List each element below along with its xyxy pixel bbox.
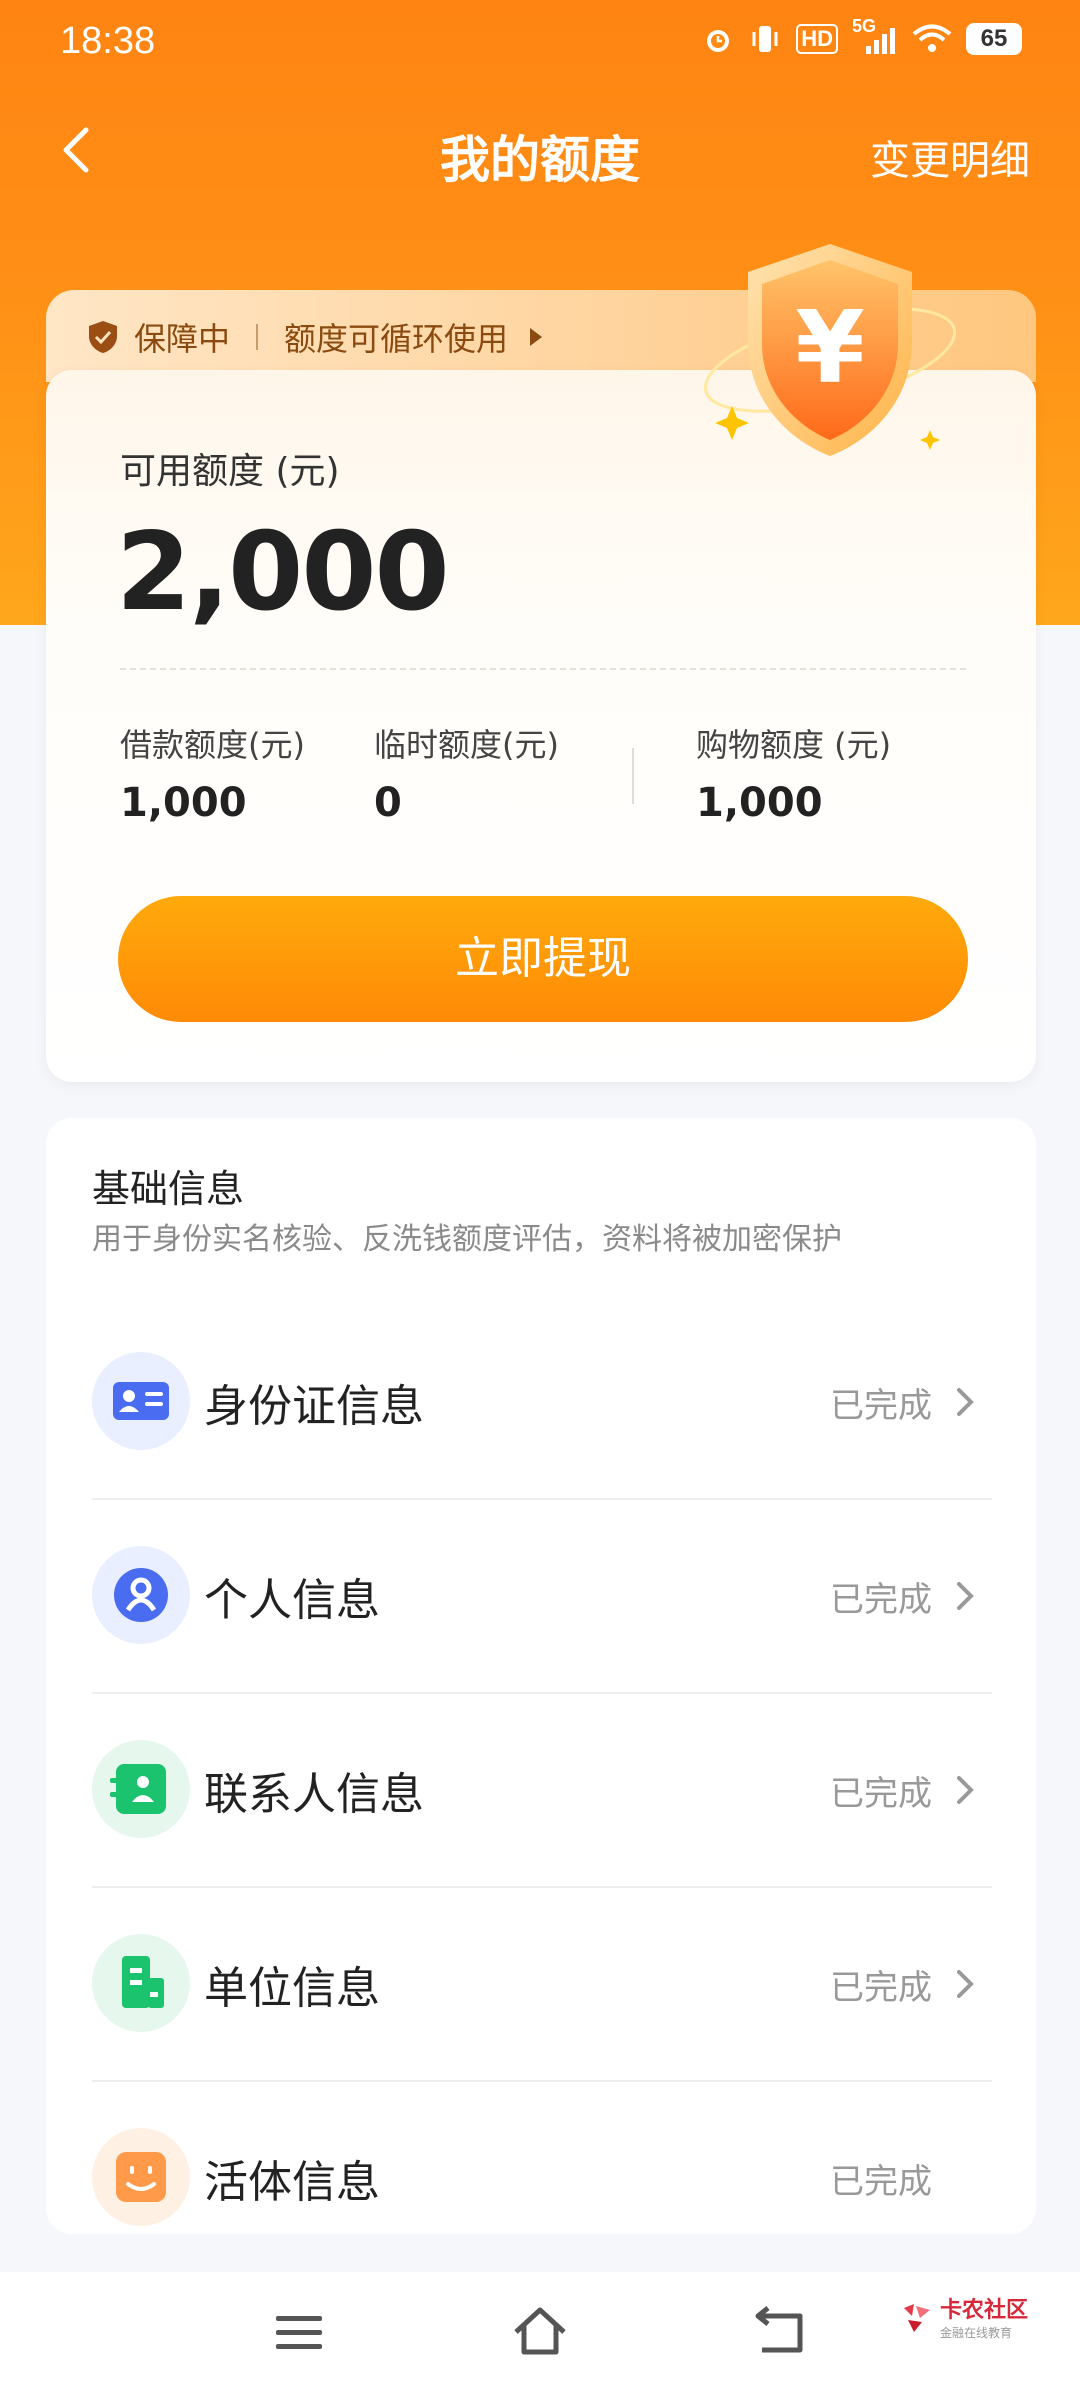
section-title: 基础信息 [92, 1167, 245, 1211]
change-details-link[interactable]: 变更明细 [870, 128, 1030, 186]
wifi-icon [912, 24, 952, 52]
guarantee-status: 保障中 [134, 320, 231, 358]
list-item-personal[interactable]: 个人信息 已完成 [46, 1500, 1036, 1694]
shopping-credit-value: 1,000 [696, 780, 823, 826]
menu-icon[interactable] [272, 2302, 328, 2362]
play-arrow-icon [530, 328, 543, 346]
list-item-status: 已完成 [830, 1774, 932, 1814]
home-icon[interactable] [510, 2302, 570, 2362]
temp-credit-label: 临时额度(元) [374, 726, 559, 764]
hd-icon: HD [796, 24, 838, 54]
status-bar: 18:38 HD 5G 65 [0, 0, 1080, 82]
svg-text:¥: ¥ [795, 289, 865, 406]
shield-check-icon [89, 321, 117, 353]
loan-credit-label: 借款额度(元) [120, 726, 305, 764]
list-item-label: 身份证信息 [204, 1381, 424, 1432]
alarm-icon [707, 30, 730, 52]
available-credit-amount: 2,000 [116, 510, 450, 635]
chevron-right-icon [957, 1776, 974, 1804]
system-navigation-bar: 卡农社区 金融在线教育 [0, 2272, 1080, 2400]
basic-info-section: 基础信息 用于身份实名核验、反洗钱额度评估，资料将被加密保护 身份证信息 已完成 [46, 1118, 1036, 2234]
vertical-divider [632, 748, 634, 804]
logo-icon [904, 2303, 930, 2332]
list-item-label: 单位信息 [204, 1963, 380, 2014]
list-item-label: 活体信息 [204, 2157, 380, 2208]
watermark: 卡农社区 金融在线教育 [900, 2292, 1028, 2341]
watermark-name: 卡农社区 [940, 2298, 1029, 2323]
face-icon [92, 2128, 190, 2226]
status-icons: HD 5G 65 [702, 16, 1022, 56]
chevron-right-icon [957, 1970, 974, 1998]
guarantee-note: 额度可循环使用 [284, 320, 509, 358]
list-item-id-card[interactable]: 身份证信息 已完成 [46, 1306, 1036, 1500]
contacts-icon [92, 1740, 190, 1838]
list-item-liveness[interactable]: 活体信息 已完成 [46, 2082, 1036, 2276]
id-card-icon [92, 1352, 190, 1450]
list-item-label: 联系人信息 [204, 1769, 424, 1820]
temp-credit: 临时额度(元) 0 [374, 720, 559, 826]
list-item-status: 已完成 [830, 1386, 932, 1426]
loan-credit: 借款额度(元) 1,000 [120, 720, 305, 826]
shopping-credit: 购物额度 (元) 1,000 [696, 720, 891, 826]
list-item-contacts[interactable]: 联系人信息 已完成 [46, 1694, 1036, 1888]
loan-credit-value: 1,000 [120, 780, 247, 826]
yuan-shield-icon: ¥ [703, 244, 957, 456]
list-item-employer[interactable]: 单位信息 已完成 [46, 1888, 1036, 2082]
vibrate-icon [752, 26, 778, 52]
list-item-status: 已完成 [830, 1580, 932, 1620]
back-nav-icon[interactable] [750, 2302, 810, 2362]
cellular-signal-icon: 5G [852, 16, 898, 56]
dashed-divider [120, 668, 966, 670]
person-icon [92, 1546, 190, 1644]
temp-credit-value: 0 [374, 780, 402, 826]
divider [256, 324, 259, 350]
section-description: 用于身份实名核验、反洗钱额度评估，资料将被加密保护 [92, 1222, 842, 1257]
list-item-label: 个人信息 [204, 1575, 380, 1626]
chevron-right-icon [957, 1582, 974, 1610]
chevron-right-icon [957, 1388, 974, 1416]
withdraw-button[interactable]: 立即提现 [118, 896, 968, 1022]
building-icon [92, 1934, 190, 2032]
list-item-status: 已完成 [830, 1968, 932, 2008]
battery-indicator: 65 [966, 23, 1022, 55]
status-time: 18:38 [60, 20, 156, 62]
watermark-tagline: 金融在线教育 [940, 2326, 1013, 2340]
navigation-bar: 我的额度 变更明细 [0, 100, 1080, 200]
available-credit-label: 可用额度 (元) [120, 451, 340, 492]
list-item-status: 已完成 [830, 2162, 932, 2202]
shopping-credit-label: 购物额度 (元) [696, 726, 892, 764]
